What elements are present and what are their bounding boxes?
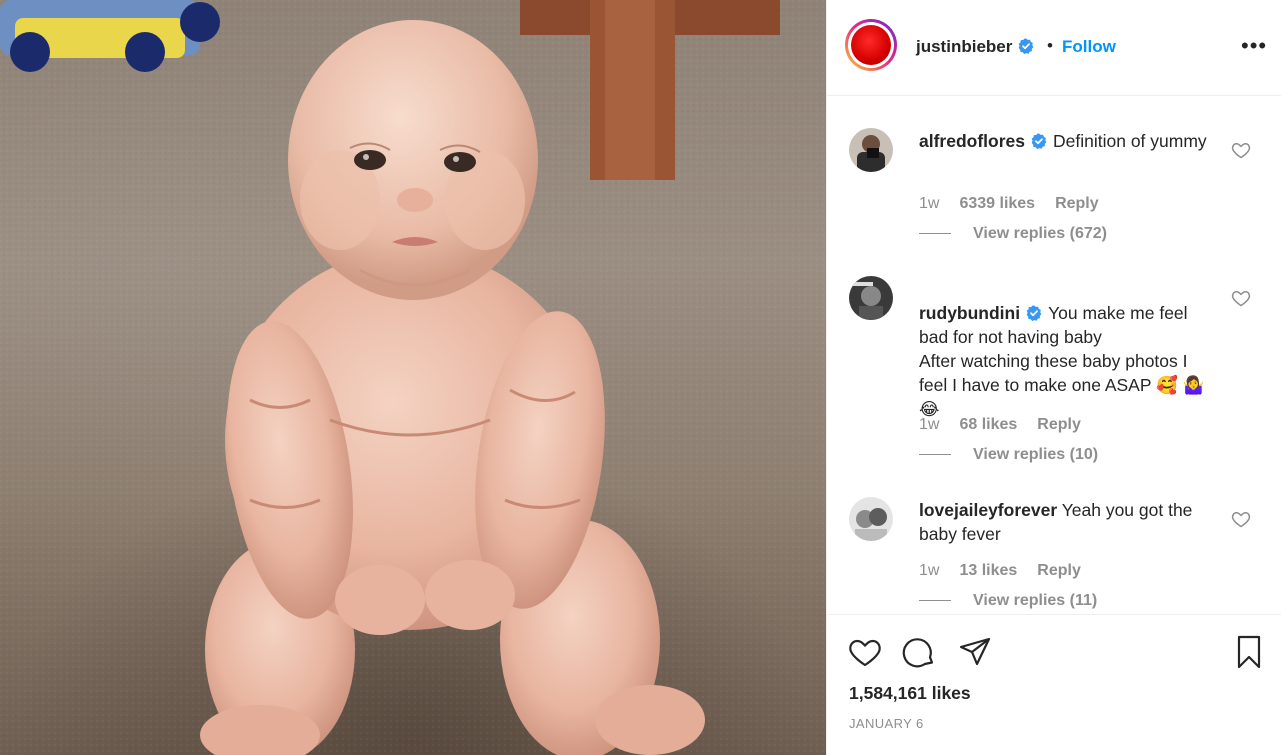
more-options-icon[interactable]: ••• [1241, 35, 1267, 57]
comment-age: 1w [919, 195, 940, 212]
commenter-avatar[interactable] [849, 276, 893, 320]
author-username[interactable]: justinbieber [916, 37, 1034, 57]
comment-likes[interactable]: 6339 likes [959, 195, 1035, 212]
reply-button[interactable]: Reply [1037, 562, 1081, 579]
verified-badge-icon [1026, 305, 1042, 321]
comment-likes[interactable]: 13 likes [959, 562, 1017, 579]
follow-button[interactable]: Follow [1062, 37, 1116, 57]
comment-age: 1w [919, 416, 940, 433]
post-header: justinbieber • Follow ••• [827, 0, 1281, 96]
comment-meta: 1w 13 likes Reply [919, 562, 1101, 580]
author-avatar[interactable] [845, 19, 897, 71]
comment-text: alfredoflores Definition of yummy [919, 129, 1219, 153]
post-sidebar: justinbieber • Follow ••• alfredoflores D… [826, 0, 1281, 755]
comments-list[interactable]: alfredoflores Definition of yummy 1w 6339 … [827, 96, 1281, 614]
comment-username[interactable]: rudybundini [919, 303, 1020, 323]
replies-divider [919, 600, 951, 602]
post-actions-footer: 1,584,161 likes JANUARY 6 [827, 614, 1281, 755]
view-replies-button[interactable]: View replies (672) [919, 225, 1107, 243]
comment-heart-icon[interactable] [1231, 288, 1251, 308]
replies-divider [919, 454, 951, 456]
post-likes-count[interactable]: 1,584,161 likes [849, 683, 971, 704]
post-photo[interactable] [0, 0, 826, 755]
commenter-avatar[interactable] [849, 128, 893, 172]
comment-meta: 1w 68 likes Reply [919, 416, 1101, 434]
reply-button[interactable]: Reply [1055, 195, 1099, 212]
reply-button[interactable]: Reply [1037, 416, 1081, 433]
share-icon[interactable] [957, 634, 993, 670]
view-replies-label[interactable]: View replies (10) [973, 446, 1098, 463]
comment-icon[interactable] [901, 634, 937, 670]
view-replies-button[interactable]: View replies (11) [919, 592, 1097, 610]
comment-username[interactable]: lovejaileyforever [919, 500, 1057, 520]
comment-age: 1w [919, 562, 940, 579]
author-username-text[interactable]: justinbieber [916, 37, 1012, 56]
comment-username[interactable]: alfredoflores [919, 131, 1025, 151]
verified-badge-icon [1018, 38, 1034, 54]
view-replies-button[interactable]: View replies (10) [919, 446, 1098, 464]
comment-text: lovejaileyforever Yeah you got the baby … [919, 498, 1219, 546]
comment-text: rudybundini You make me feel bad for not … [919, 277, 1219, 421]
verified-badge-icon [1031, 133, 1047, 149]
comment-likes[interactable]: 68 likes [959, 416, 1017, 433]
post-date[interactable]: JANUARY 6 [849, 716, 924, 731]
heart-icon[interactable] [847, 634, 883, 670]
replies-divider [919, 233, 951, 235]
bookmark-icon[interactable] [1231, 634, 1267, 670]
view-replies-label[interactable]: View replies (11) [973, 592, 1097, 609]
baby-photo-illustration [0, 0, 826, 755]
comment-heart-icon[interactable] [1231, 509, 1251, 529]
comment-meta: 1w 6339 likes Reply [919, 195, 1119, 213]
view-replies-label[interactable]: View replies (672) [973, 225, 1107, 242]
header-separator: • [1047, 36, 1053, 55]
commenter-avatar[interactable] [849, 497, 893, 541]
comment-body: Definition of yummy [1053, 131, 1207, 151]
comment-heart-icon[interactable] [1231, 140, 1251, 160]
